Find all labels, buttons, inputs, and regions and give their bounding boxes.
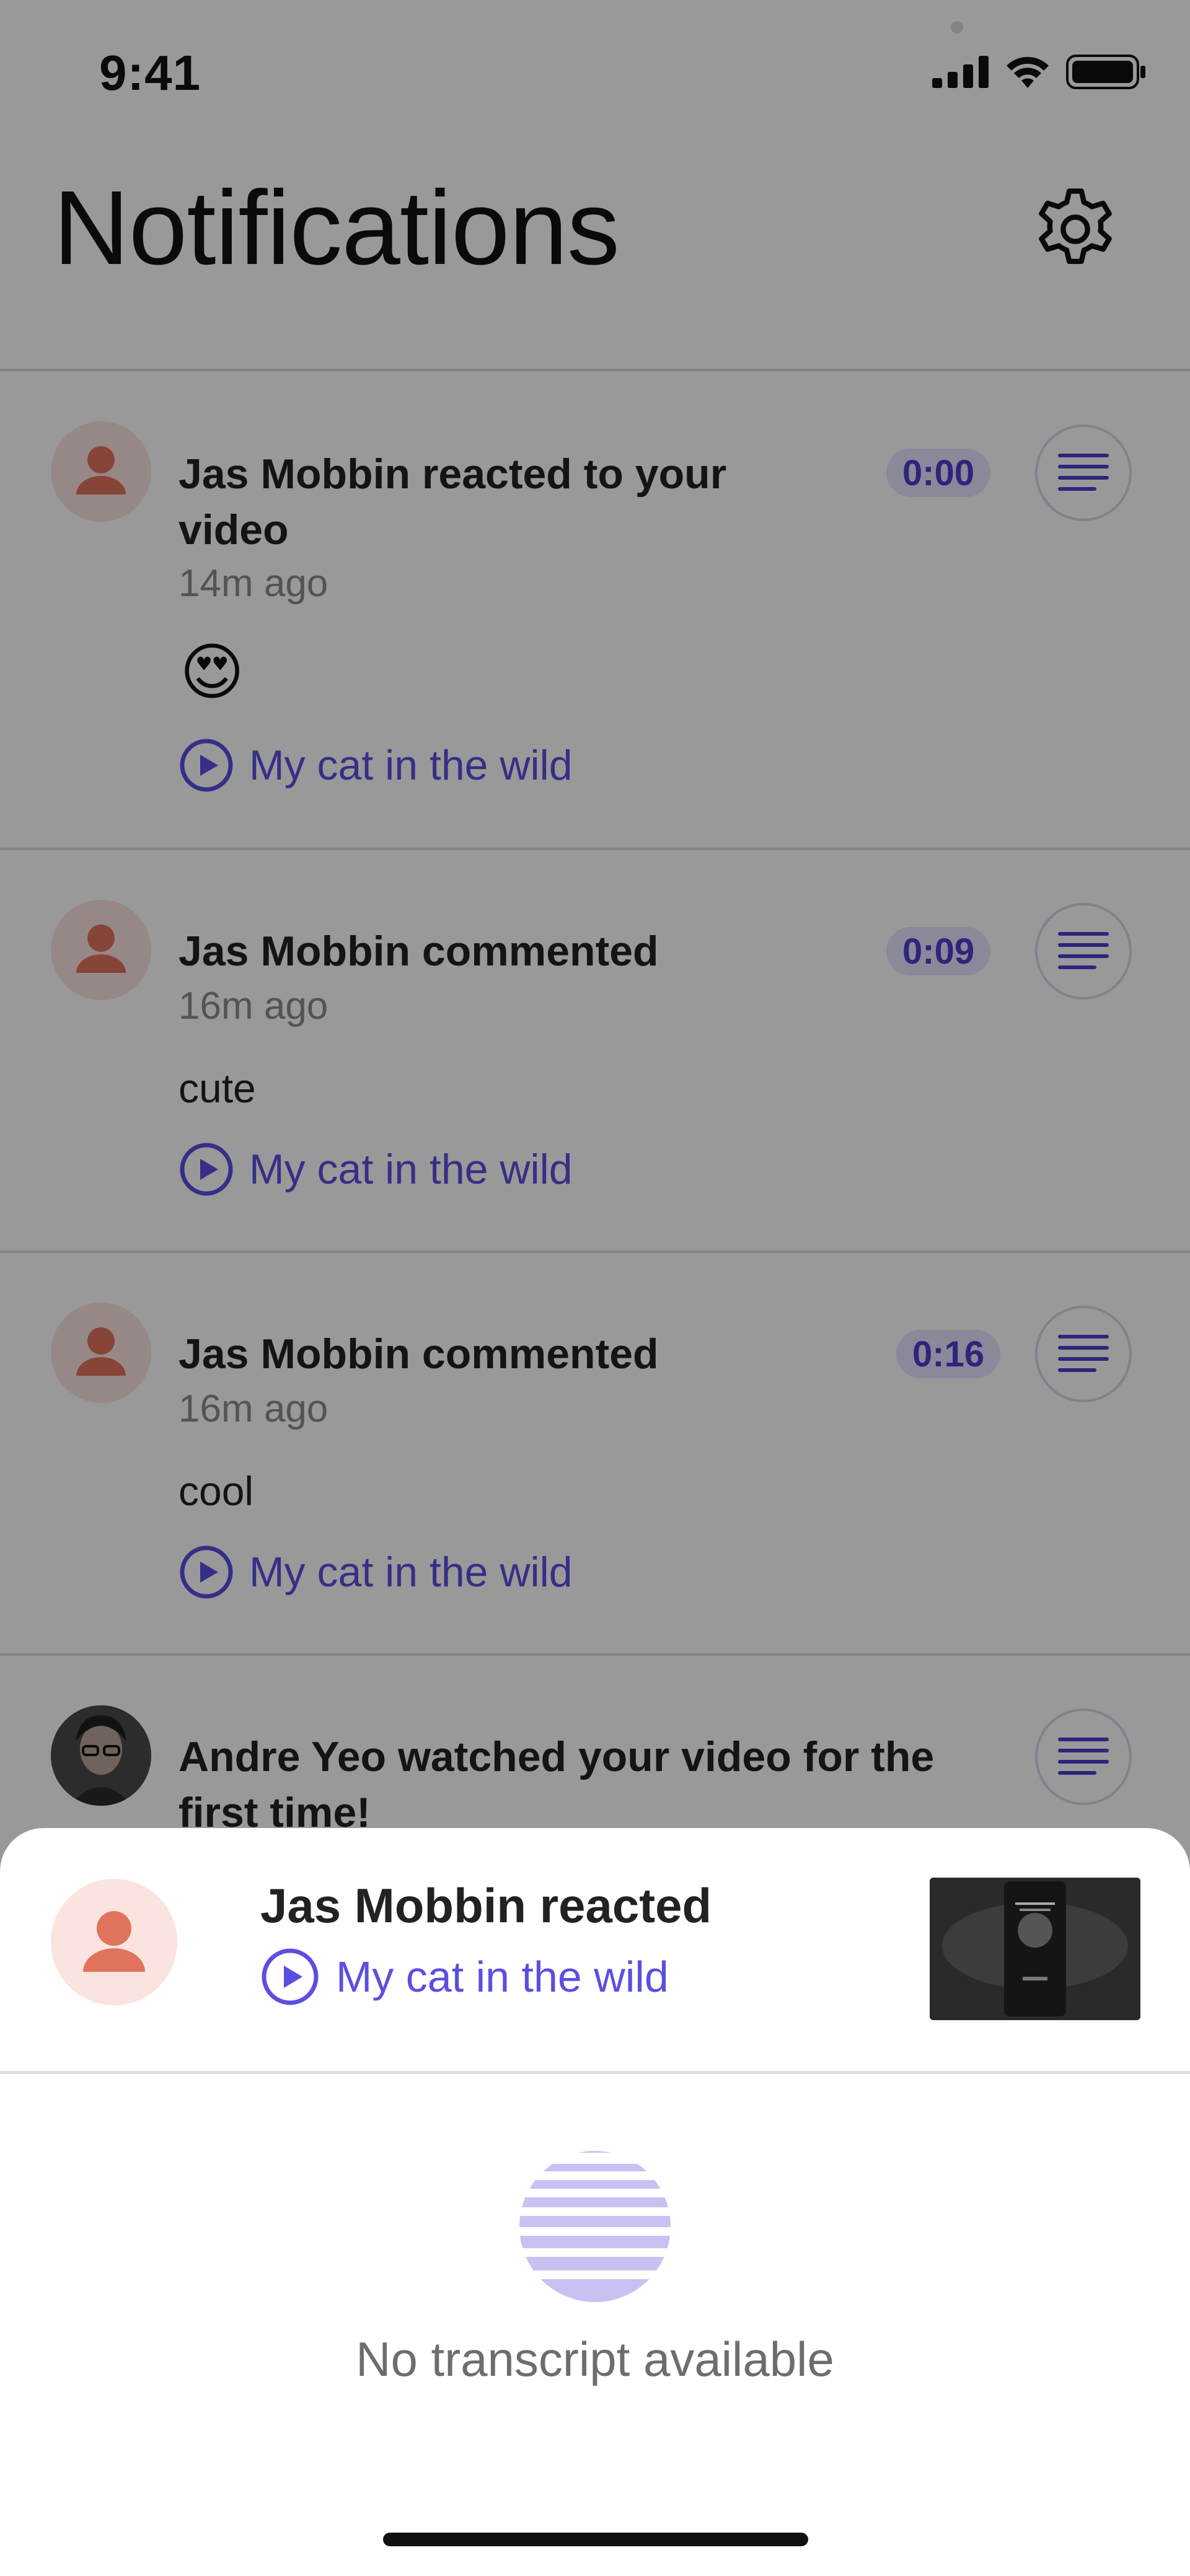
person-icon bbox=[83, 1911, 145, 1972]
play-circle-icon bbox=[262, 1948, 319, 2005]
empty-transcript-icon bbox=[519, 2151, 671, 2302]
empty-transcript-message: No transcript available bbox=[356, 2332, 834, 2386]
sheet-title: Jas Mobbin reacted bbox=[260, 1878, 712, 1933]
home-indicator[interactable] bbox=[383, 2533, 808, 2546]
sheet-video-link[interactable]: My cat in the wild bbox=[260, 1947, 669, 2007]
sheet-avatar bbox=[51, 1879, 177, 2005]
sheet-video-title: My cat in the wild bbox=[336, 1953, 669, 2001]
transcript-sheet: Jas Mobbin reacted My cat in the wild No… bbox=[0, 1828, 1190, 2576]
sheet-divider bbox=[0, 2071, 1190, 2074]
video-thumbnail[interactable] bbox=[930, 1878, 1140, 2020]
video-thumbnail-image bbox=[930, 1878, 1140, 2020]
